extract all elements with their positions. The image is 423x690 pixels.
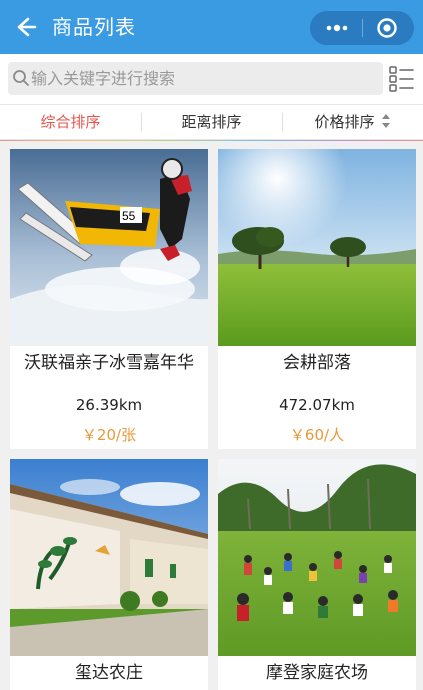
search-icon (13, 70, 29, 86)
product-distance: 26.39km (75, 396, 143, 414)
farm-wall-mural-photo (10, 459, 208, 656)
arrow-left-icon[interactable] (12, 13, 40, 41)
search-box (8, 62, 383, 95)
sort-tabs: 综合排序 距离排序 价格排序 (0, 104, 423, 141)
kids-on-lawn-photo (218, 459, 416, 656)
svg-text:55: 55 (122, 209, 136, 223)
product-card[interactable]: 摩登家庭农场 (218, 459, 416, 690)
search-input[interactable] (31, 62, 376, 95)
product-card[interactable]: 玺达农庄 (10, 459, 208, 690)
product-name: 会耕部落 (283, 353, 351, 373)
product-distance: 472.07km (279, 396, 355, 414)
sort-arrows-icon (381, 113, 390, 128)
tab-price-sort[interactable]: 价格排序 (282, 105, 423, 139)
product-price: ￥60/人 (289, 426, 345, 444)
search-bar (0, 54, 423, 104)
product-name: 摩登家庭农场 (266, 663, 368, 683)
product-grid: 55 沃联福亲子冰雪嘉年华 26.39km ￥20/张 会耕部落 472.07k… (0, 140, 423, 690)
list-view-icon[interactable] (389, 65, 415, 93)
product-card[interactable]: 55 沃联福亲子冰雪嘉年华 26.39km ￥20/张 (10, 149, 208, 449)
tab-distance-sort[interactable]: 距离排序 (141, 105, 282, 139)
mini-program-capsule (310, 11, 414, 45)
product-price: ￥20/张 (81, 426, 137, 444)
grassland-trees-photo (218, 149, 416, 346)
capsule-divider (362, 19, 363, 37)
top-navigation-bar: 商品列表 (0, 0, 423, 54)
snowmobile-photo: 55 (10, 149, 208, 346)
tab-comprehensive-sort[interactable]: 综合排序 (0, 105, 141, 139)
product-name: 玺达农庄 (75, 663, 143, 683)
page-title: 商品列表 (52, 15, 136, 39)
target-circle-icon[interactable] (376, 17, 398, 39)
product-name: 沃联福亲子冰雪嘉年华 (24, 353, 194, 373)
more-dots-icon[interactable] (324, 19, 350, 37)
product-card[interactable]: 会耕部落 472.07km ￥60/人 (218, 149, 416, 449)
